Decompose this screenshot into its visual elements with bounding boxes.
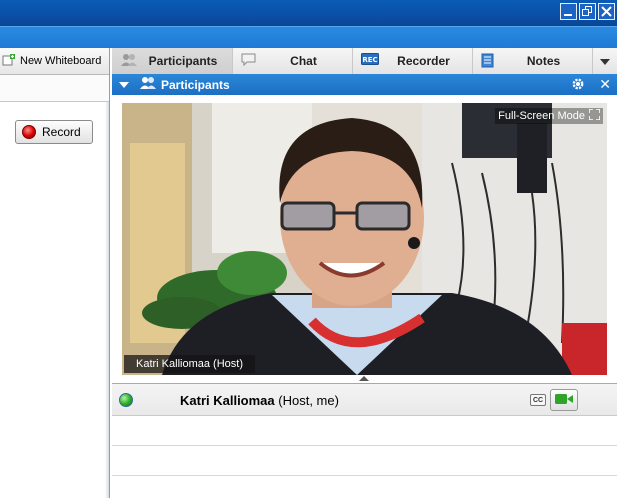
participants-icon <box>139 76 157 93</box>
fullscreen-mode-button[interactable]: Full-Screen Mode <box>495 108 603 124</box>
menu-bar <box>0 26 617 48</box>
camera-button[interactable] <box>550 389 578 411</box>
record-label: Record <box>42 125 81 139</box>
tab-chat[interactable]: Chat <box>233 48 353 74</box>
tabs-overflow-button[interactable] <box>593 48 617 74</box>
record-button[interactable]: Record <box>15 120 93 144</box>
participants-icon <box>120 53 138 70</box>
chat-bubble-icon <box>241 53 257 70</box>
video-camera-icon <box>555 393 573 408</box>
left-toolbar-strip <box>0 75 109 102</box>
splitter-handle[interactable] <box>359 376 369 381</box>
notes-icon <box>481 53 495 71</box>
record-icon <box>22 125 36 139</box>
gear-icon[interactable] <box>571 77 585 94</box>
tab-participants[interactable]: Participants <box>112 48 233 74</box>
close-panel-icon[interactable]: ✕ <box>599 76 611 92</box>
whiteboard-add-icon <box>2 53 16 70</box>
participants-panel-header: Participants ✕ <box>112 74 617 95</box>
close-icon[interactable] <box>598 3 615 20</box>
list-row-empty <box>112 416 617 446</box>
status-online-icon <box>119 393 133 407</box>
list-item[interactable]: Katri Kalliomaa (Host, me) CC <box>112 384 617 416</box>
panel-title: Participants <box>161 77 230 92</box>
minimize-icon[interactable] <box>560 3 577 20</box>
participant-list: Katri Kalliomaa (Host, me) CC <box>112 383 617 498</box>
tab-notes[interactable]: Notes <box>473 48 593 74</box>
window-titlebar <box>0 0 617 26</box>
new-whiteboard-label: New Whiteboard <box>20 55 102 67</box>
closed-captions-icon[interactable]: CC <box>530 394 546 406</box>
window-controls <box>560 3 615 20</box>
participant-name: Katri Kalliomaa (Host, me) <box>180 393 339 408</box>
new-whiteboard-button[interactable]: New Whiteboard <box>0 48 109 75</box>
video-name-caption: Katri Kalliomaa (Host) <box>124 355 255 373</box>
webcam-image <box>122 103 607 375</box>
tab-recorder[interactable]: REC Recorder <box>353 48 473 74</box>
collapse-arrow-icon[interactable] <box>119 81 129 88</box>
restore-icon[interactable] <box>579 3 596 20</box>
fullscreen-label: Full-Screen Mode <box>498 110 585 122</box>
participant-video[interactable]: Full-Screen Mode Katri Kalliomaa (Host) <box>122 103 607 375</box>
expand-icon <box>588 108 601 123</box>
rec-icon: REC <box>361 53 379 68</box>
svg-text:REC: REC <box>362 56 377 64</box>
video-zone: Full-Screen Mode Katri Kalliomaa (Host) <box>112 95 617 383</box>
left-panel: New Whiteboard Record <box>0 48 110 498</box>
chevron-down-icon <box>600 54 610 68</box>
panel-tabs: Participants Chat REC Recorder Notes <box>112 48 617 74</box>
list-row-empty <box>112 446 617 476</box>
